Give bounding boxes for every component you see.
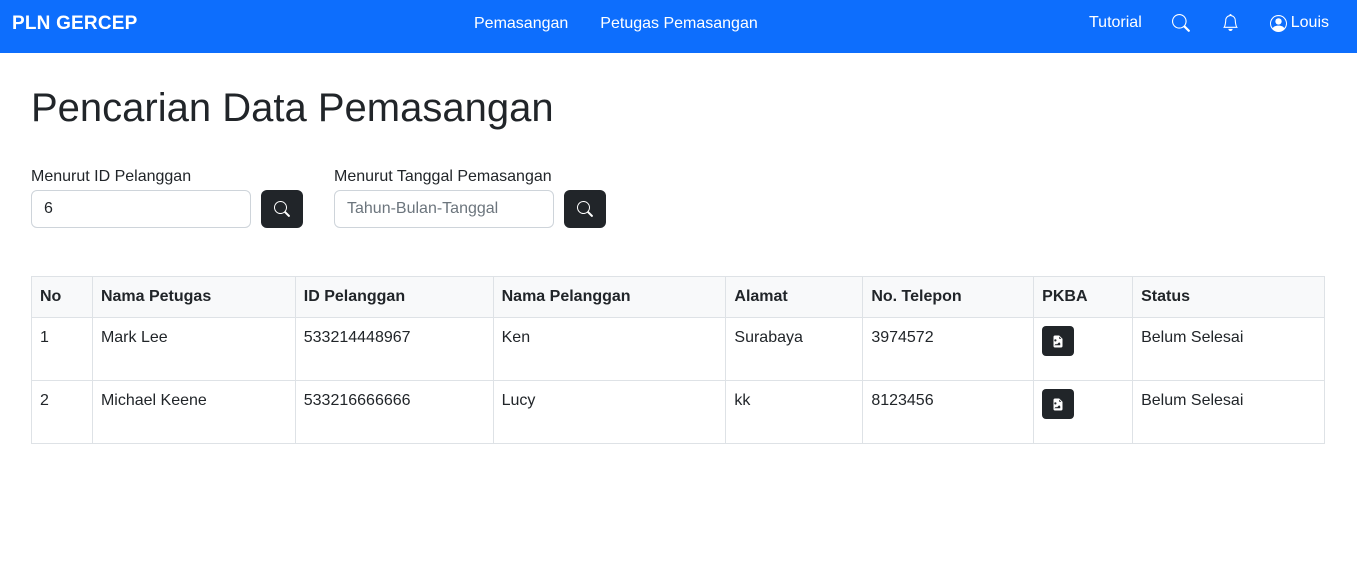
search-by-id-group: Menurut ID Pelanggan bbox=[31, 168, 303, 228]
installation-date-input[interactable] bbox=[334, 190, 554, 228]
user-circle-icon bbox=[1269, 14, 1287, 32]
cell-no-telepon: 3974572 bbox=[862, 317, 1035, 381]
file-image-icon bbox=[1053, 335, 1063, 347]
nav-right: Tutorial Louis bbox=[1089, 14, 1329, 32]
nav-link-tutorial[interactable]: Tutorial bbox=[1089, 14, 1142, 32]
table-row: 1 Mark Lee 533214448967 Ken Surabaya 397… bbox=[31, 317, 1325, 381]
page-title: Pencarian Data Pemasangan bbox=[31, 86, 554, 130]
table-header-row: No Nama Petugas ID Pelanggan Nama Pelang… bbox=[31, 276, 1325, 318]
header-no: No bbox=[31, 276, 93, 318]
cell-no-telepon: 8123456 bbox=[862, 380, 1035, 444]
cell-id-pelanggan: 533214448967 bbox=[294, 317, 494, 381]
cell-pkba bbox=[1033, 317, 1134, 381]
cell-nama-petugas: Michael Keene bbox=[91, 380, 296, 444]
header-no-telepon: No. Telepon bbox=[862, 276, 1035, 318]
header-status: Status bbox=[1132, 276, 1325, 318]
cell-pkba bbox=[1033, 380, 1134, 444]
bell-icon[interactable] bbox=[1222, 14, 1240, 32]
header-id-pelanggan: ID Pelanggan bbox=[294, 276, 494, 318]
cell-no: 1 bbox=[31, 317, 93, 381]
search-id-label: Menurut ID Pelanggan bbox=[31, 168, 192, 185]
header-pkba: PKBA bbox=[1033, 276, 1134, 318]
brand-logo[interactable]: PLN GERCEP bbox=[12, 13, 138, 35]
header-nama-pelanggan: Nama Pelanggan bbox=[492, 276, 727, 318]
header-alamat: Alamat bbox=[725, 276, 864, 318]
file-image-icon bbox=[1053, 398, 1063, 410]
nav-link-pemasangan[interactable]: Pemasangan bbox=[474, 15, 568, 33]
cell-no: 2 bbox=[31, 380, 93, 444]
search-id-button[interactable] bbox=[261, 190, 303, 228]
cell-id-pelanggan: 533216666666 bbox=[294, 380, 494, 444]
nav-link-petugas-pemasangan[interactable]: Petugas Pemasangan bbox=[600, 15, 757, 33]
customer-id-input[interactable] bbox=[31, 190, 251, 228]
search-icon bbox=[274, 201, 290, 217]
pkba-file-button[interactable] bbox=[1042, 389, 1075, 419]
cell-status: Belum Selesai bbox=[1132, 317, 1325, 381]
installation-table: No Nama Petugas ID Pelanggan Nama Pelang… bbox=[31, 276, 1325, 444]
header-nama-petugas: Nama Petugas bbox=[91, 276, 296, 318]
search-date-button[interactable] bbox=[564, 190, 606, 228]
cell-alamat: Surabaya bbox=[725, 317, 864, 381]
pkba-file-button[interactable] bbox=[1042, 326, 1075, 356]
user-name: Louis bbox=[1290, 14, 1329, 31]
table-row: 2 Michael Keene 533216666666 Lucy kk 812… bbox=[31, 380, 1325, 444]
cell-status: Belum Selesai bbox=[1132, 380, 1325, 444]
cell-alamat: kk bbox=[725, 380, 864, 444]
search-icon bbox=[577, 201, 593, 217]
user-menu[interactable]: Louis bbox=[1269, 14, 1329, 32]
search-icon[interactable] bbox=[1171, 14, 1190, 32]
cell-nama-pelanggan: Lucy bbox=[492, 380, 727, 444]
cell-nama-pelanggan: Ken bbox=[492, 317, 727, 381]
search-date-label: Menurut Tanggal Pemasangan bbox=[334, 168, 552, 185]
cell-nama-petugas: Mark Lee bbox=[91, 317, 296, 381]
navbar: PLN GERCEP Pemasangan Petugas Pemasangan… bbox=[0, 0, 1357, 53]
search-by-date-group: Menurut Tanggal Pemasangan bbox=[334, 168, 606, 228]
nav-links: Pemasangan Petugas Pemasangan bbox=[474, 15, 758, 33]
